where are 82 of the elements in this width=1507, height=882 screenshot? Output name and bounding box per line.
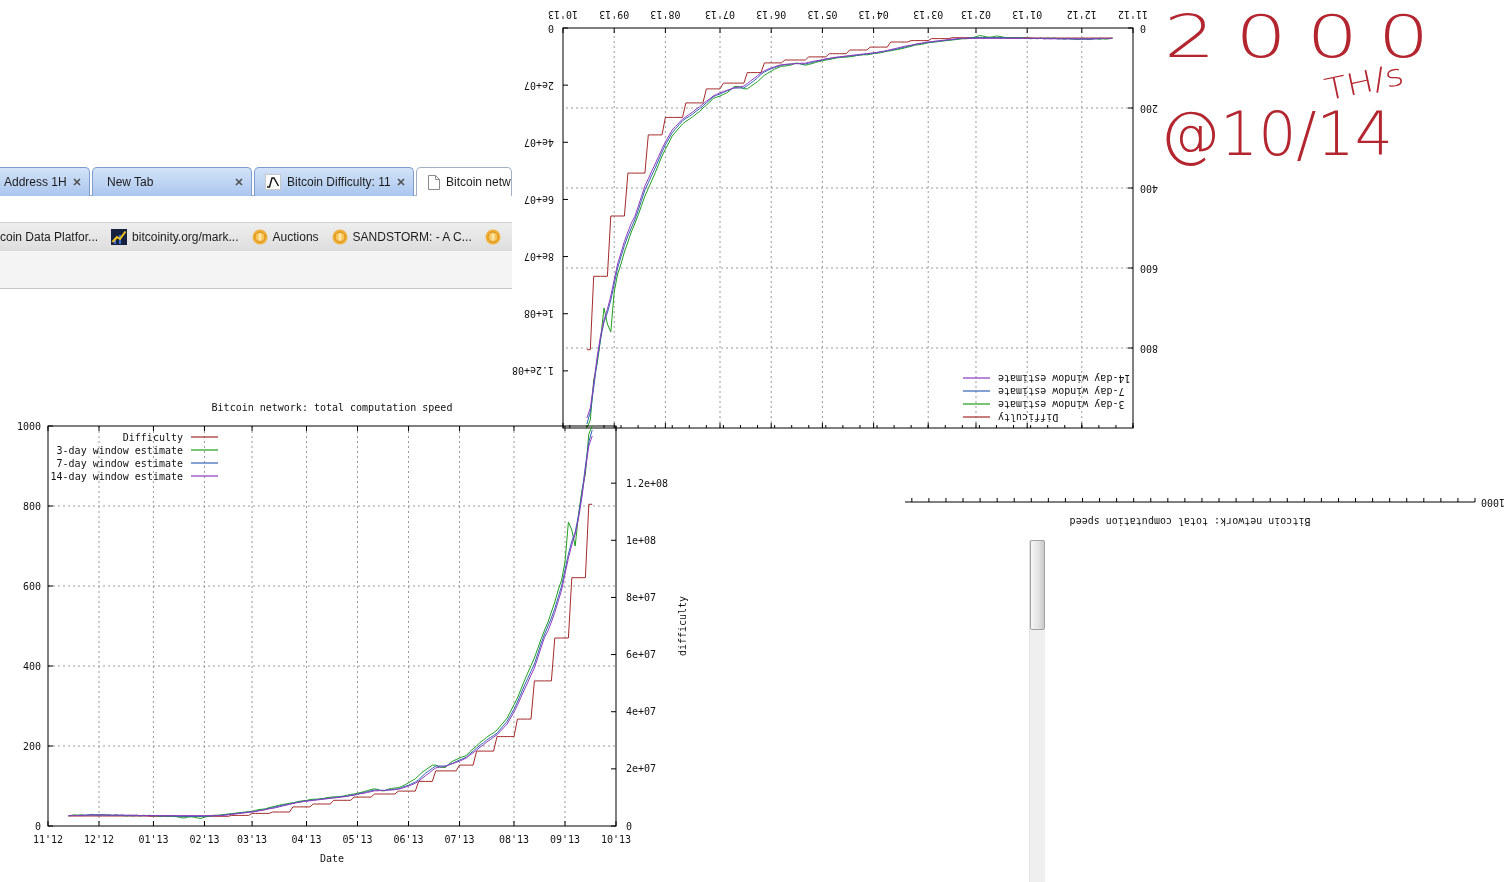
axis-tick-label: 2e+07 [523,79,554,91]
document-icon [428,174,440,190]
axis-tick-label: 6e+07 [626,649,657,661]
axis-tick-label: 8e+07 [626,591,657,603]
axis-tick-label: 11'12 [32,834,64,845]
legend-label: 3-day window estimate [56,444,183,456]
bookmark[interactable]: bitcoinity.org/mark... [111,228,239,245]
axis-tick-label: 600 [1140,262,1159,274]
axis-title: difficulty [677,595,688,657]
axis-tick-label: 6e+07 [523,193,554,205]
scrollbar-track[interactable] [1029,540,1045,882]
axis-tick-label: 0 [1140,22,1147,34]
axis-tick-label: 11'12 [1117,9,1149,20]
axis-tick-label: 04'13 [858,9,889,20]
axis-tick-label: 200 [22,740,41,752]
axis-tick-label: 1000 [1481,496,1506,508]
legend-label: 7-day window estimate [56,457,183,469]
axis-tick-label: 04'13 [291,834,322,845]
axis-tick-label: 09'13 [599,9,630,20]
axis-tick-label: 02'13 [960,9,992,20]
coin-icon [484,228,501,245]
axis-tick-label: 08'13 [650,9,681,20]
axis-tick-label: 8e+07 [523,251,554,263]
axis-tick-label: 02'13 [189,834,220,845]
close-icon[interactable] [73,178,81,186]
axis-tick-label: 01'13 [138,834,169,845]
axis-tick-label: 0 [34,820,41,832]
tab[interactable]: Bitcoin Difficulty: 11 [254,167,414,196]
axis-tick-label: 01'13 [1012,9,1043,20]
axis-tick-label: 400 [1140,182,1159,194]
axis-tick-label: 400 [22,660,41,672]
chart-title: Bitcoin network: total computation speed [1069,515,1311,527]
axis-tick-label: 05'13 [342,834,373,845]
legend-label: Difficulty [122,431,183,443]
axis-tick-label: 1000 [16,420,41,432]
axis-tick-label: 03'13 [913,9,944,20]
axis-tick-label: 08'13 [498,834,529,845]
axis-tick-label: 1e+08 [523,308,554,320]
axis-tick-label: 06'13 [393,834,424,845]
scrollbar-thumb[interactable] [1030,540,1045,630]
bookmark[interactable]: Auctions [251,228,319,245]
legend-label: Difficulty [998,411,1059,423]
close-icon[interactable] [397,178,405,186]
axis-tick-label: 1.2e+08 [512,365,554,377]
axis-tick-label: 05'13 [807,9,838,20]
axis-tick-label: 10'13 [547,9,579,20]
axis-tick-label: 06'13 [756,9,787,20]
legend-label: 7-day window estimate [998,385,1125,397]
axis-tick-label: 07'13 [704,9,736,20]
axis-tick-label: 4e+07 [523,136,554,148]
legend-label: 14-day window estimate [50,470,183,482]
axis-tick-label: 03'13 [237,834,268,845]
axis-tick-label: 09'13 [549,834,581,845]
axis-tick-label: 1.2e+08 [626,477,669,489]
chart-title: Bitcoin network: total computation speed [211,402,453,413]
coin-icon [251,228,268,245]
legend-label: 3-day window estimate [998,398,1125,410]
bookmark[interactable]: coin Data Platfor... [0,229,99,244]
axis-tick-label: 600 [22,580,41,592]
axis-tick-label: 200 [1140,102,1159,114]
axis-tick-label: 0 [547,22,554,34]
bookmark[interactable]: SANDSTORM: - A C... [331,228,472,245]
legend-label: 14-day window estimate [998,372,1131,384]
chart-icon [111,228,128,245]
handwritten-text: @10/14 [1160,104,1393,164]
axis-tick-label: 800 [22,500,41,512]
axis-tick-label: 4e+07 [626,706,657,718]
tab[interactable]: Address 1H [0,167,90,196]
tab[interactable]: New Tab [92,167,252,196]
axis-tick-label: 07'13 [444,834,475,845]
close-icon[interactable] [235,178,243,186]
axis-tick-label: 12'12 [83,834,115,845]
axis-tick-label: 12'12 [1066,9,1097,20]
line-graph-icon [265,174,281,190]
axis-tick-label: 800 [1140,342,1159,354]
axis-tick-label: 10'13 [600,834,632,845]
axis-tick-label: 0 [626,820,633,832]
coin-icon [331,228,348,245]
axis-tick-label: 1e+08 [626,534,657,546]
tab[interactable]: Bitcoin netw [416,167,512,196]
axis-tick-label: 2e+07 [626,763,657,775]
axis-title: Date [319,853,345,864]
